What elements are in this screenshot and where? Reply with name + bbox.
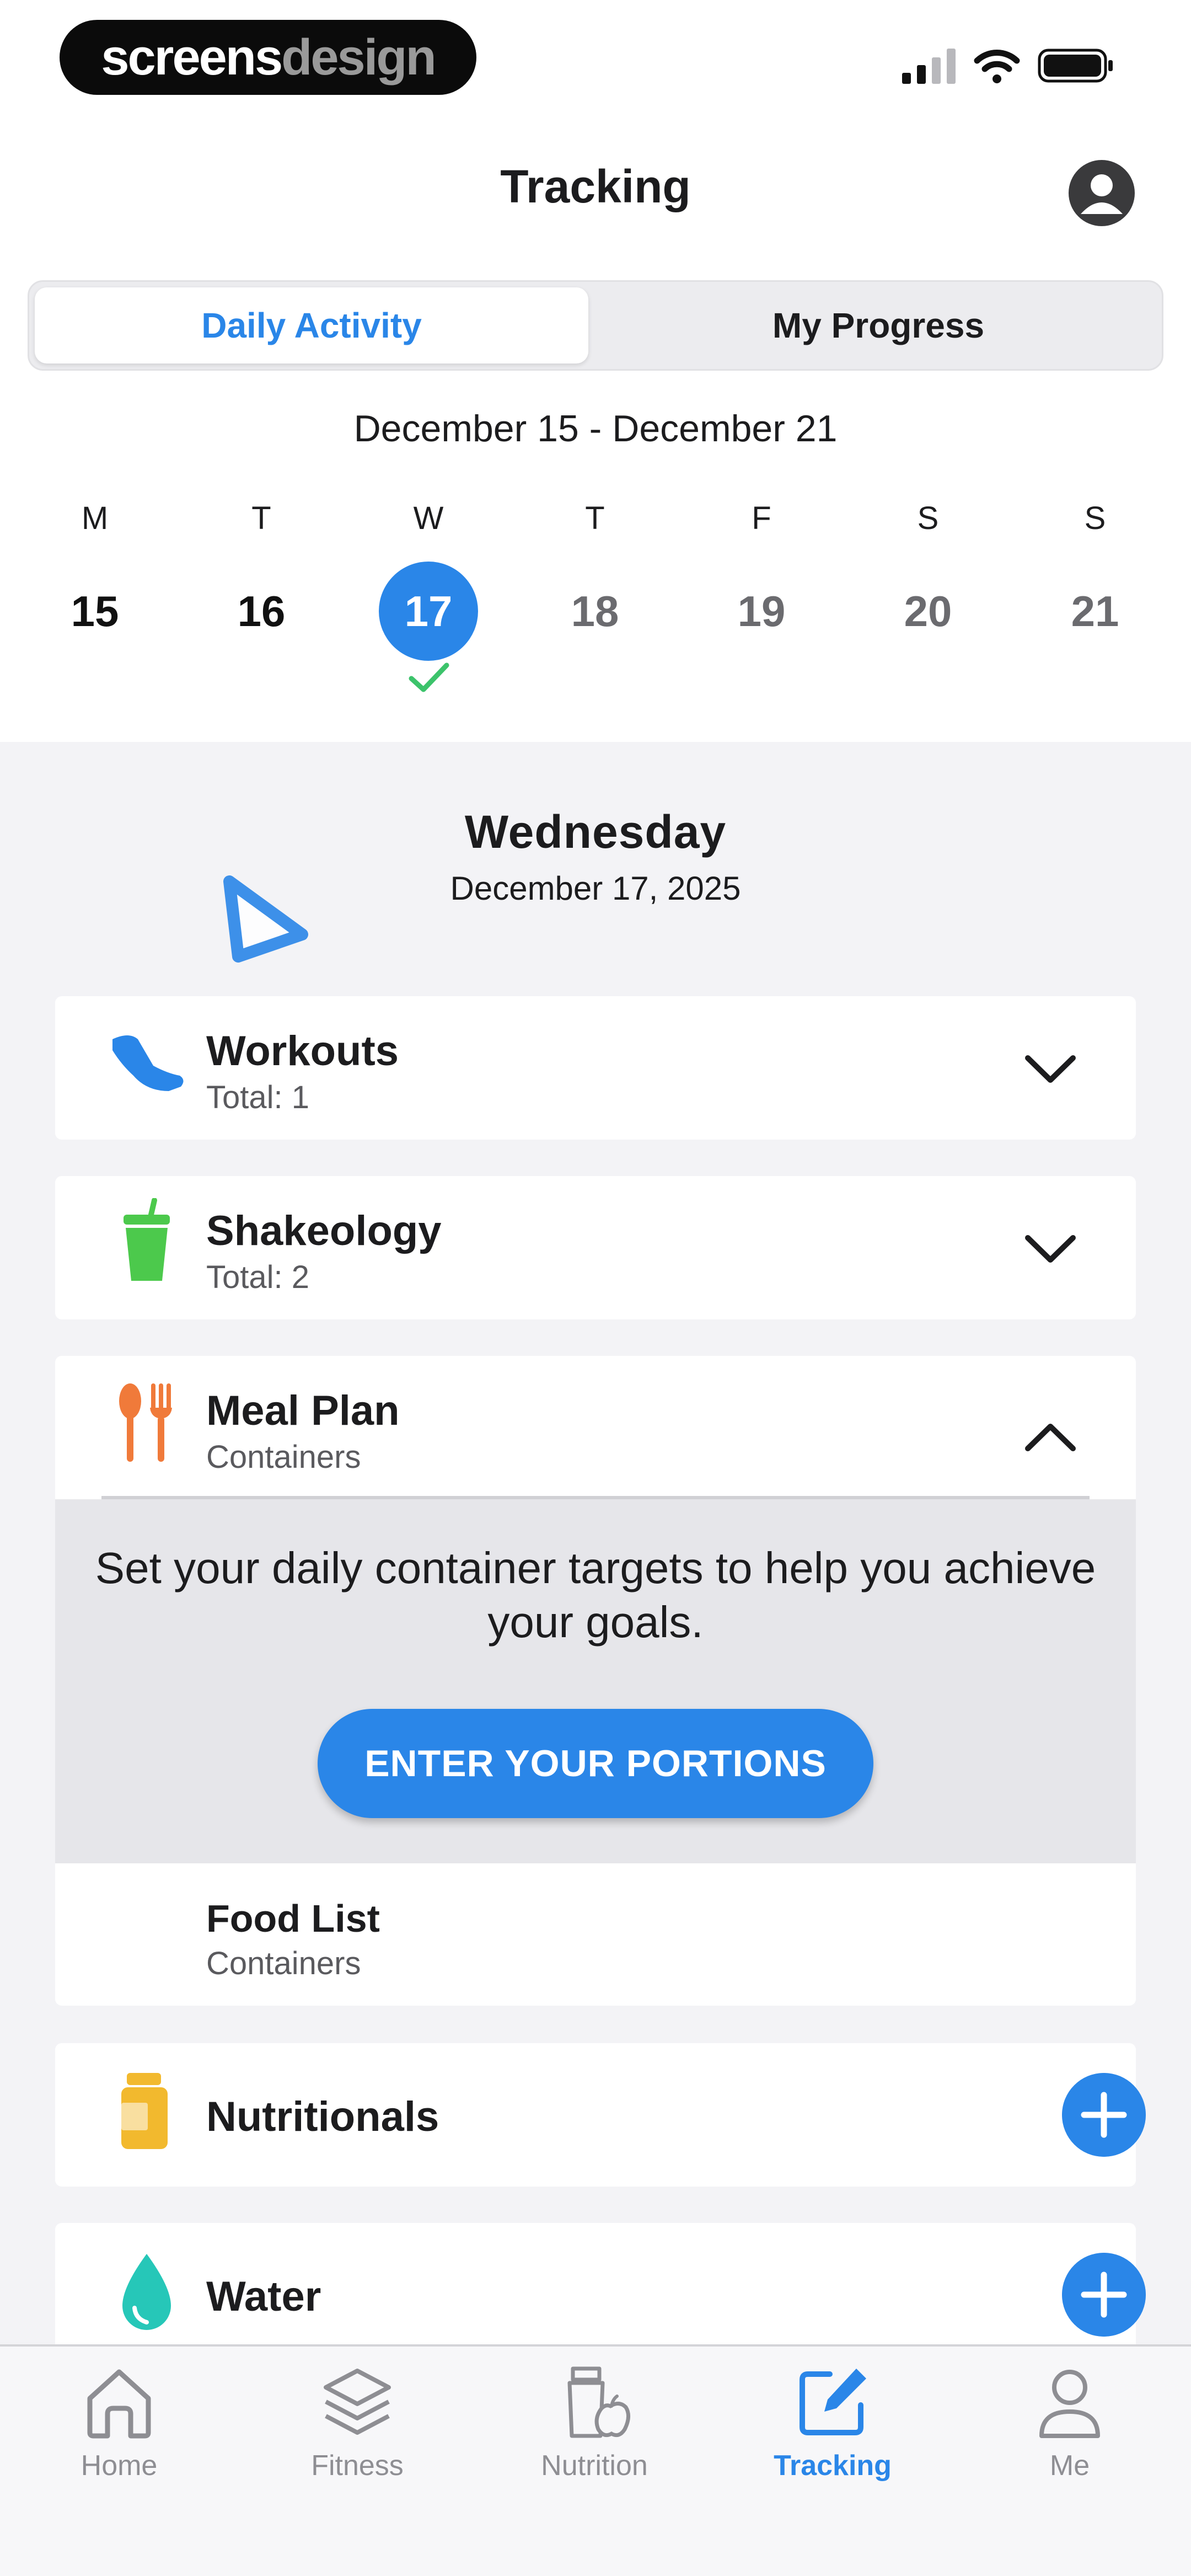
day-number: 15 (71, 587, 119, 635)
person-icon (1039, 2370, 1100, 2438)
tab-my-progress[interactable]: My Progress (597, 287, 1160, 364)
nutritionals-title: Nutritionals (206, 2093, 439, 2140)
selected-date: December 17, 2025 (450, 870, 741, 907)
day-number: 19 (737, 587, 786, 635)
workouts-title: Workouts (206, 1028, 399, 1075)
shakeology-card[interactable]: Shakeology Total: 2 (55, 1176, 1136, 1319)
food-list-title: Food List (206, 1897, 380, 1940)
day-number: 20 (904, 587, 952, 635)
add-nutritionals-button[interactable] (1062, 2073, 1146, 2157)
nutritionals-card[interactable]: Nutritionals (55, 2043, 1146, 2187)
day-number: 16 (237, 587, 286, 635)
utensils-icon (119, 1383, 172, 1462)
water-drop-icon (122, 2254, 171, 2330)
divider (101, 1496, 1090, 1499)
page-title: Tracking (500, 161, 691, 212)
day-letter: M (81, 500, 109, 536)
week-range: December 15 - December 21 (353, 408, 838, 450)
chevron-up-icon[interactable] (1020, 1415, 1081, 1460)
day-letter: F (752, 500, 771, 536)
add-water-button[interactable] (1062, 2253, 1146, 2337)
segmented-control: Daily Activity My Progress (28, 280, 1163, 371)
day-column[interactable]: S 20 (873, 496, 983, 661)
tab-tracking[interactable]: Tracking (744, 2361, 921, 2482)
shakeology-subtitle: Total: 2 (206, 1259, 309, 1295)
food-list-subtitle: Containers (206, 1946, 361, 1981)
pointer-cursor-icon (223, 875, 308, 963)
meal-plan-title: Meal Plan (206, 1387, 400, 1434)
battery-icon (1038, 49, 1113, 83)
day-column[interactable]: M 15 (40, 496, 150, 661)
day-letter: S (917, 500, 939, 536)
tab-label: Me (1049, 2450, 1090, 2482)
meal-plan-subtitle: Containers (206, 1439, 361, 1475)
tab-label-active: Tracking (774, 2450, 892, 2482)
sneaker-icon (112, 1035, 184, 1091)
tab-home[interactable]: Home (31, 2361, 207, 2482)
home-icon (87, 2369, 151, 2439)
day-letter: T (251, 500, 271, 536)
layers-icon (324, 2369, 391, 2435)
day-letter: S (1084, 500, 1106, 536)
tab-daily-activity[interactable]: Daily Activity (35, 287, 588, 364)
wifi-icon (974, 50, 1020, 83)
chevron-down-icon[interactable] (1020, 1227, 1081, 1271)
person-circle-icon (1081, 174, 1123, 214)
day-number: 18 (571, 587, 619, 635)
brand-text-secondary: design (281, 29, 436, 85)
day-column[interactable]: S 21 (1040, 496, 1150, 661)
tab-label: Nutrition (541, 2450, 648, 2482)
meal-plan-card[interactable]: Meal Plan Containers (55, 1356, 1136, 1499)
day-column[interactable]: T 18 (540, 496, 650, 661)
screensdesign-logo: screens design (60, 20, 476, 95)
day-column[interactable]: F 19 (706, 496, 817, 661)
day-column-selected[interactable]: W 17 (373, 496, 484, 661)
checkmark-icon (409, 662, 449, 692)
cellular-signal-icon (902, 49, 956, 84)
day-number: 21 (1071, 587, 1119, 635)
brand-text-primary: screens (101, 29, 283, 85)
edit-square-icon (800, 2369, 866, 2435)
tab-label: Home (81, 2450, 158, 2482)
tab-label: Fitness (311, 2450, 404, 2482)
tab-nutrition[interactable]: Nutrition (506, 2361, 683, 2482)
nutrition-icon (567, 2366, 630, 2438)
tab-me[interactable]: Me (981, 2361, 1158, 2482)
shake-cup-icon (124, 1198, 170, 1281)
food-list-row[interactable]: Food List Containers (55, 1863, 1136, 2006)
day-column[interactable]: T 16 (206, 496, 316, 661)
water-title: Water (206, 2273, 321, 2320)
workouts-subtitle: Total: 1 (206, 1079, 309, 1115)
enter-portions-button[interactable]: ENTER YOUR PORTIONS (318, 1709, 873, 1818)
selected-day-number: 17 (379, 562, 478, 661)
day-letter: T (585, 500, 605, 536)
container-targets-message: Set your daily container targets to help… (95, 1543, 1096, 1647)
tab-fitness[interactable]: Fitness (269, 2361, 446, 2482)
water-card[interactable]: Water (55, 2223, 1146, 2344)
shakeology-title: Shakeology (206, 1207, 442, 1254)
supplement-bottle-icon (121, 2073, 168, 2149)
profile-button[interactable] (1069, 160, 1135, 226)
selected-weekday: Wednesday (464, 806, 727, 858)
workouts-card[interactable]: Workouts Total: 1 (55, 996, 1136, 1140)
day-letter: W (413, 500, 444, 536)
chevron-down-icon[interactable] (1020, 1047, 1081, 1091)
